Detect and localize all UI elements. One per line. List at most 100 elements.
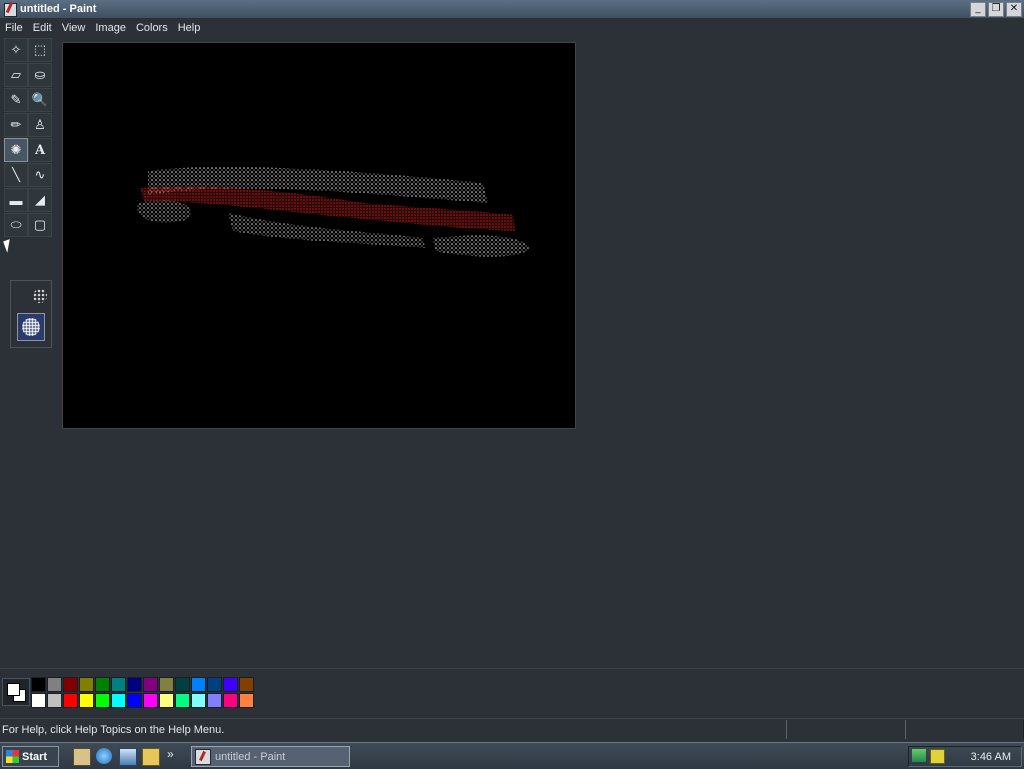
spray-size-large-icon (22, 318, 40, 336)
ellipse-icon: ⬭ (10, 217, 22, 232)
internet-explorer-icon[interactable] (96, 748, 112, 764)
menu-view[interactable]: View (57, 22, 91, 34)
menu-edit[interactable]: Edit (28, 22, 57, 34)
color-swatch[interactable] (207, 677, 222, 692)
tool-polygon[interactable]: ◢ (28, 188, 52, 212)
show-desktop-icon[interactable] (73, 748, 91, 766)
menu-colors[interactable]: Colors (131, 22, 173, 34)
start-button[interactable]: Start (2, 746, 59, 767)
select-icon: ⬚ (33, 42, 47, 57)
tool-text[interactable]: A (28, 138, 52, 162)
color-swatch[interactable] (79, 677, 94, 692)
status-help-text: For Help, click Help Topics on the Help … (2, 724, 225, 736)
close-button[interactable]: ✕ (1006, 2, 1022, 17)
quick-launch-more-icon[interactable]: » (167, 747, 174, 761)
window-title: untitled - Paint (20, 3, 97, 15)
color-swatch[interactable] (191, 677, 206, 692)
color-swatch[interactable] (223, 677, 238, 692)
tool-airbrush[interactable]: ✺ (4, 138, 28, 162)
color-swatch[interactable] (79, 693, 94, 708)
color-swatch[interactable] (111, 693, 126, 708)
brush-icon: ♙ (34, 117, 46, 132)
toolbox: ✧ ⬚ ▱ ⛀ ✎ 🔍 ✏ ♙ ✺ A ╲ ∿ ▬ ◢ ⬭ ▢ (2, 38, 54, 348)
color-swatch[interactable] (47, 677, 62, 692)
color-swatch[interactable] (191, 693, 206, 708)
current-colors[interactable] (2, 678, 30, 706)
color-swatch[interactable] (127, 677, 142, 692)
tool-eraser[interactable]: ▱ (4, 63, 28, 87)
foreground-color-swatch[interactable] (7, 683, 20, 696)
fill-bucket-icon: ⛀ (34, 67, 46, 82)
system-tray: 3:46 AM (908, 746, 1022, 767)
pick-color-icon: ✎ (10, 92, 22, 107)
tool-curve[interactable]: ∿ (28, 163, 52, 187)
windows-logo-icon (6, 750, 19, 763)
menu-file[interactable]: File (0, 22, 28, 34)
color-swatch[interactable] (175, 693, 190, 708)
color-swatches (31, 677, 254, 708)
eraser-icon: ▱ (11, 67, 21, 82)
pencil-icon: ✏ (10, 117, 22, 132)
tool-free-form-select[interactable]: ✧ (4, 38, 28, 62)
color-swatch[interactable] (31, 693, 46, 708)
color-swatch[interactable] (63, 693, 78, 708)
tool-rounded-rectangle[interactable]: ▢ (28, 213, 52, 237)
color-swatch[interactable] (143, 677, 158, 692)
task-button-label: untitled - Paint (215, 750, 286, 763)
tool-rectangle[interactable]: ▬ (4, 188, 28, 212)
color-swatch[interactable] (175, 677, 190, 692)
taskbar: Start » untitled - Paint 3:46 AM (0, 742, 1024, 769)
color-swatch[interactable] (95, 677, 110, 692)
tool-select[interactable]: ⬚ (28, 38, 52, 62)
window-controls: _ ❐ ✕ (970, 2, 1022, 17)
color-swatch[interactable] (127, 693, 142, 708)
status-size-cell (905, 720, 1024, 739)
status-coordinates-cell (786, 720, 906, 739)
color-swatch[interactable] (47, 693, 62, 708)
spray-size-large-option[interactable] (17, 313, 45, 341)
color-palette-bar (0, 668, 1024, 715)
tool-brush[interactable]: ♙ (28, 113, 52, 137)
paint-app-icon[interactable] (3, 2, 17, 17)
color-swatch[interactable] (31, 677, 46, 692)
spray-size-small-icon[interactable] (33, 289, 47, 303)
color-swatch[interactable] (159, 677, 174, 692)
tool-fill[interactable]: ⛀ (28, 63, 52, 87)
tool-line[interactable]: ╲ (4, 163, 28, 187)
color-swatch[interactable] (207, 693, 222, 708)
color-swatch[interactable] (239, 693, 254, 708)
title-bar: untitled - Paint _ ❐ ✕ (0, 0, 1024, 18)
menu-bar: File Edit View Image Colors Help (0, 18, 1024, 37)
restore-button[interactable]: ❐ (988, 2, 1004, 17)
drawing-canvas[interactable] (62, 42, 576, 429)
color-swatch[interactable] (159, 693, 174, 708)
color-swatch[interactable] (95, 693, 110, 708)
tool-pencil[interactable]: ✏ (4, 113, 28, 137)
rounded-rectangle-icon: ▢ (33, 217, 47, 232)
paint-task-icon (195, 748, 211, 765)
airbrush-icon: ✺ (10, 142, 22, 157)
tool-magnifier[interactable]: 🔍 (28, 88, 52, 112)
color-swatch[interactable] (239, 677, 254, 692)
color-swatch[interactable] (223, 693, 238, 708)
clock[interactable]: 3:46 AM (971, 751, 1011, 763)
tool-options-panel (10, 280, 52, 348)
status-bar: For Help, click Help Topics on the Help … (0, 718, 1024, 741)
tool-ellipse[interactable]: ⬭ (4, 213, 28, 237)
task-button-paint[interactable]: untitled - Paint (191, 746, 350, 767)
network-icon[interactable] (912, 749, 926, 762)
text-icon: A (34, 142, 46, 158)
outlook-express-icon[interactable] (119, 748, 137, 766)
tool-pick-color[interactable]: ✎ (4, 88, 28, 112)
menu-help[interactable]: Help (173, 22, 206, 34)
minimize-button[interactable]: _ (970, 2, 986, 17)
color-swatch[interactable] (111, 677, 126, 692)
tray-app-icon[interactable] (930, 749, 945, 764)
menu-image[interactable]: Image (90, 22, 131, 34)
color-swatch[interactable] (143, 693, 158, 708)
color-swatch[interactable] (63, 677, 78, 692)
polygon-icon: ◢ (35, 192, 45, 207)
explorer-folder-icon[interactable] (142, 748, 160, 766)
magnifier-icon: 🔍 (31, 92, 49, 107)
start-label: Start (22, 750, 48, 763)
